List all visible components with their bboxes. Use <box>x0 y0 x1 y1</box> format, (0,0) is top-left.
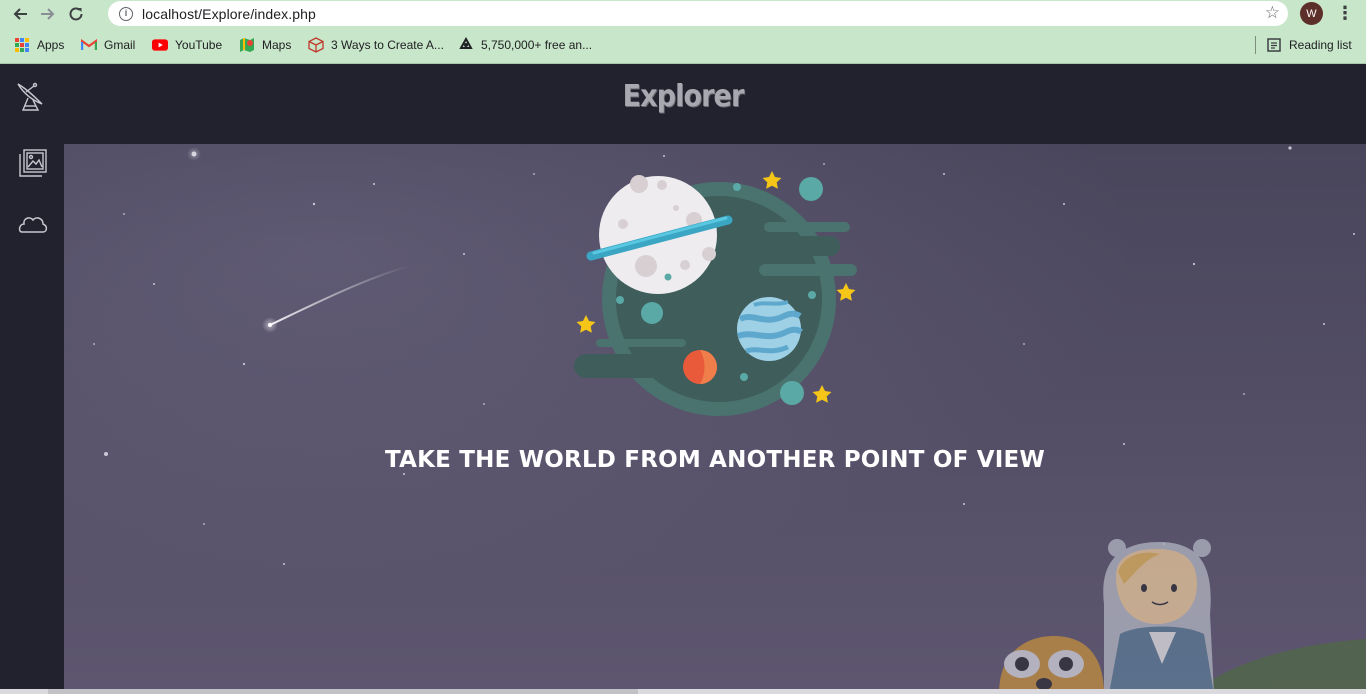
scrollbar-thumb[interactable] <box>48 689 638 694</box>
bookmark-free-assets[interactable]: 5,750,000+ free an... <box>458 36 592 54</box>
youtube-icon <box>152 37 168 53</box>
back-button[interactable] <box>6 0 34 27</box>
page: Explorer TAKE THE WORLD FROM ANOTHER POI… <box>0 64 1366 694</box>
recycle-icon <box>458 37 474 53</box>
reading-list-icon <box>1266 37 1282 53</box>
url-text[interactable]: localhost/Explore/index.php <box>142 6 316 22</box>
arrow-right-icon <box>41 7 55 20</box>
cartoon-characters <box>999 539 1366 694</box>
apps-grid-icon <box>14 37 30 53</box>
bookmark-label: Apps <box>37 38 65 52</box>
gallery-icon[interactable] <box>14 142 50 178</box>
hero-banner: TAKE THE WORLD FROM ANOTHER POINT OF VIE… <box>64 144 1366 694</box>
address-bar[interactable]: i localhost/Explore/index.php ☆ <box>108 1 1288 26</box>
bookmarks-bar: Apps Gmail YouTube Maps 3 Ways to Create… <box>0 27 1366 64</box>
browser-menu-icon[interactable]: ⋮ <box>1336 3 1354 23</box>
bookmark-3-ways[interactable]: 3 Ways to Create A... <box>308 36 444 54</box>
reload-icon <box>69 6 83 20</box>
cube-icon <box>308 37 324 53</box>
bookmark-maps[interactable]: Maps <box>239 36 291 54</box>
reading-list-label: Reading list <box>1289 38 1352 52</box>
bookmark-label: 5,750,000+ free an... <box>481 38 593 52</box>
bookmark-label: Gmail <box>104 38 136 52</box>
site-info-icon[interactable]: i <box>119 6 133 21</box>
gmail-icon <box>81 37 97 53</box>
bookmark-label: YouTube <box>175 38 223 52</box>
bookmark-apps[interactable]: Apps <box>14 36 64 54</box>
bookmark-youtube[interactable]: YouTube <box>152 36 222 54</box>
maps-icon <box>239 37 255 53</box>
site-title: Explorer <box>622 79 745 114</box>
bookmark-gmail[interactable]: Gmail <box>81 36 135 54</box>
reload-button[interactable] <box>62 0 90 27</box>
horizontal-scrollbar[interactable] <box>0 689 1366 694</box>
bookmarks-divider <box>1255 36 1256 54</box>
arrow-left-icon <box>13 7 27 20</box>
starfield-illustration <box>93 146 1366 694</box>
bookmark-star-icon[interactable]: ☆ <box>1265 3 1280 23</box>
forward-button[interactable] <box>34 0 62 27</box>
cloud-icon[interactable] <box>14 205 50 241</box>
bookmark-label: 3 Ways to Create A... <box>331 38 444 52</box>
profile-avatar[interactable]: W <box>1300 2 1323 25</box>
satellite-dish-icon[interactable] <box>14 78 50 114</box>
hero-tagline: TAKE THE WORLD FROM ANOTHER POINT OF VIE… <box>385 447 1045 473</box>
planet-illustration-group <box>574 171 857 416</box>
reading-list-button[interactable]: Reading list <box>1266 36 1352 54</box>
bookmark-label: Maps <box>262 38 292 52</box>
